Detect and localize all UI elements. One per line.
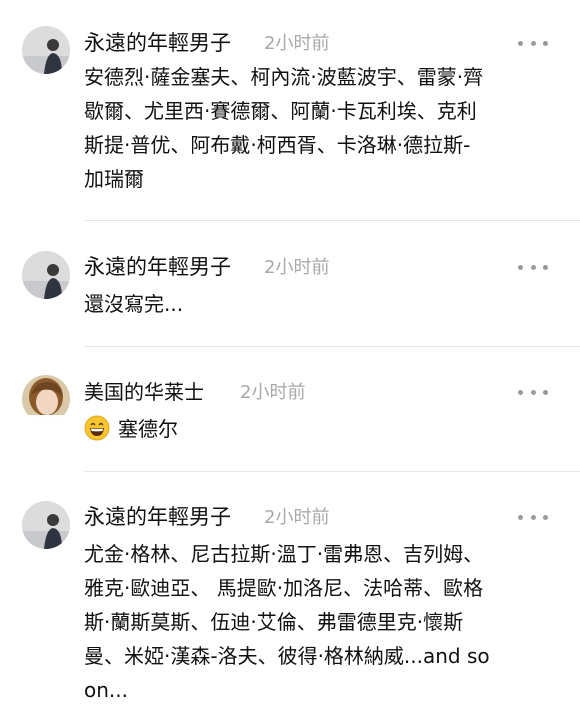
comment-feed: 永遠的年輕男子 2小时前 安德烈·薩金塞夫、柯內流·波藍波宇、雷蒙·齊 歇爾、尤… xyxy=(0,0,580,725)
more-options-icon[interactable] xyxy=(518,259,548,275)
user-avatar[interactable] xyxy=(22,501,70,549)
comment-line: 塞德尔 xyxy=(84,412,560,446)
user-avatar[interactable] xyxy=(22,26,70,74)
comment-line: 加瑞爾 xyxy=(84,167,144,191)
timestamp: 2小时前 xyxy=(264,257,330,278)
more-options-icon[interactable] xyxy=(518,509,548,525)
comment-line: 斯提·普优、阿布戴·柯西胥、卡洛琳·德拉斯- xyxy=(84,133,471,157)
timestamp: 2小时前 xyxy=(264,507,330,528)
comment-text: 尤金·格林、尼古拉斯·溫丁·雷弗恩、吉列姆、 雅克·歐迪亞、 馬提歐·加洛尼、法… xyxy=(84,537,560,707)
user-avatar[interactable] xyxy=(22,251,70,299)
more-options-icon[interactable] xyxy=(518,35,548,51)
young-man-avatar-icon xyxy=(22,26,70,74)
comment-text: 還沒寫完... xyxy=(84,287,560,321)
username[interactable]: 永遠的年輕男子 xyxy=(84,254,231,280)
comment-item: 永遠的年輕男子 2小时前 還沒寫完... xyxy=(0,221,580,346)
comment-line: on... xyxy=(84,678,128,702)
comment-line: 還沒寫完... xyxy=(84,292,184,316)
comment-item: 永遠的年輕男子 2小时前 安德烈·薩金塞夫、柯內流·波藍波宇、雷蒙·齊 歇爾、尤… xyxy=(0,0,580,220)
comment-text: 安德烈·薩金塞夫、柯內流·波藍波宇、雷蒙·齊 歇爾、尤里西·賽德爾、阿蘭·卡瓦利… xyxy=(84,60,560,196)
young-man-avatar-icon xyxy=(22,251,70,299)
grinning-face-emoji-icon xyxy=(84,415,110,441)
young-man-avatar-icon xyxy=(22,501,70,549)
timestamp: 2小时前 xyxy=(240,382,306,403)
comment-line: 斯·蘭斯莫斯、伍迪·艾倫、弗雷德里克·懷斯 xyxy=(84,610,464,634)
username[interactable]: 永遠的年輕男子 xyxy=(84,30,231,56)
comment-line: 安德烈·薩金塞夫、柯內流·波藍波宇、雷蒙·齊 xyxy=(84,65,484,89)
wallace-avatar-icon xyxy=(22,375,70,423)
comment-item: 美国的华莱士 2小时前 塞德尔 xyxy=(0,347,580,471)
user-avatar[interactable] xyxy=(22,375,70,423)
timestamp: 2小时前 xyxy=(264,33,330,54)
username[interactable]: 美国的华莱士 xyxy=(84,379,204,405)
comment-text: 塞德尔 xyxy=(84,412,560,446)
username[interactable]: 永遠的年輕男子 xyxy=(84,504,231,530)
comment-line: 雅克·歐迪亞、 馬提歐·加洛尼、法哈蒂、歐格 xyxy=(84,576,484,600)
comment-line: 曼、米婭·漢森-洛夫、彼得·格林納威...and so xyxy=(84,644,490,668)
comment-line: 尤金·格林、尼古拉斯·溫丁·雷弗恩、吉列姆、 xyxy=(84,542,484,566)
comment-line: 歇爾、尤里西·賽德爾、阿蘭·卡瓦利埃、克利 xyxy=(84,99,477,123)
more-options-icon[interactable] xyxy=(518,384,548,400)
comment-text-span: 塞德尔 xyxy=(118,417,178,441)
comment-item: 永遠的年輕男子 2小时前 尤金·格林、尼古拉斯·溫丁·雷弗恩、吉列姆、 雅克·歐… xyxy=(0,472,580,725)
